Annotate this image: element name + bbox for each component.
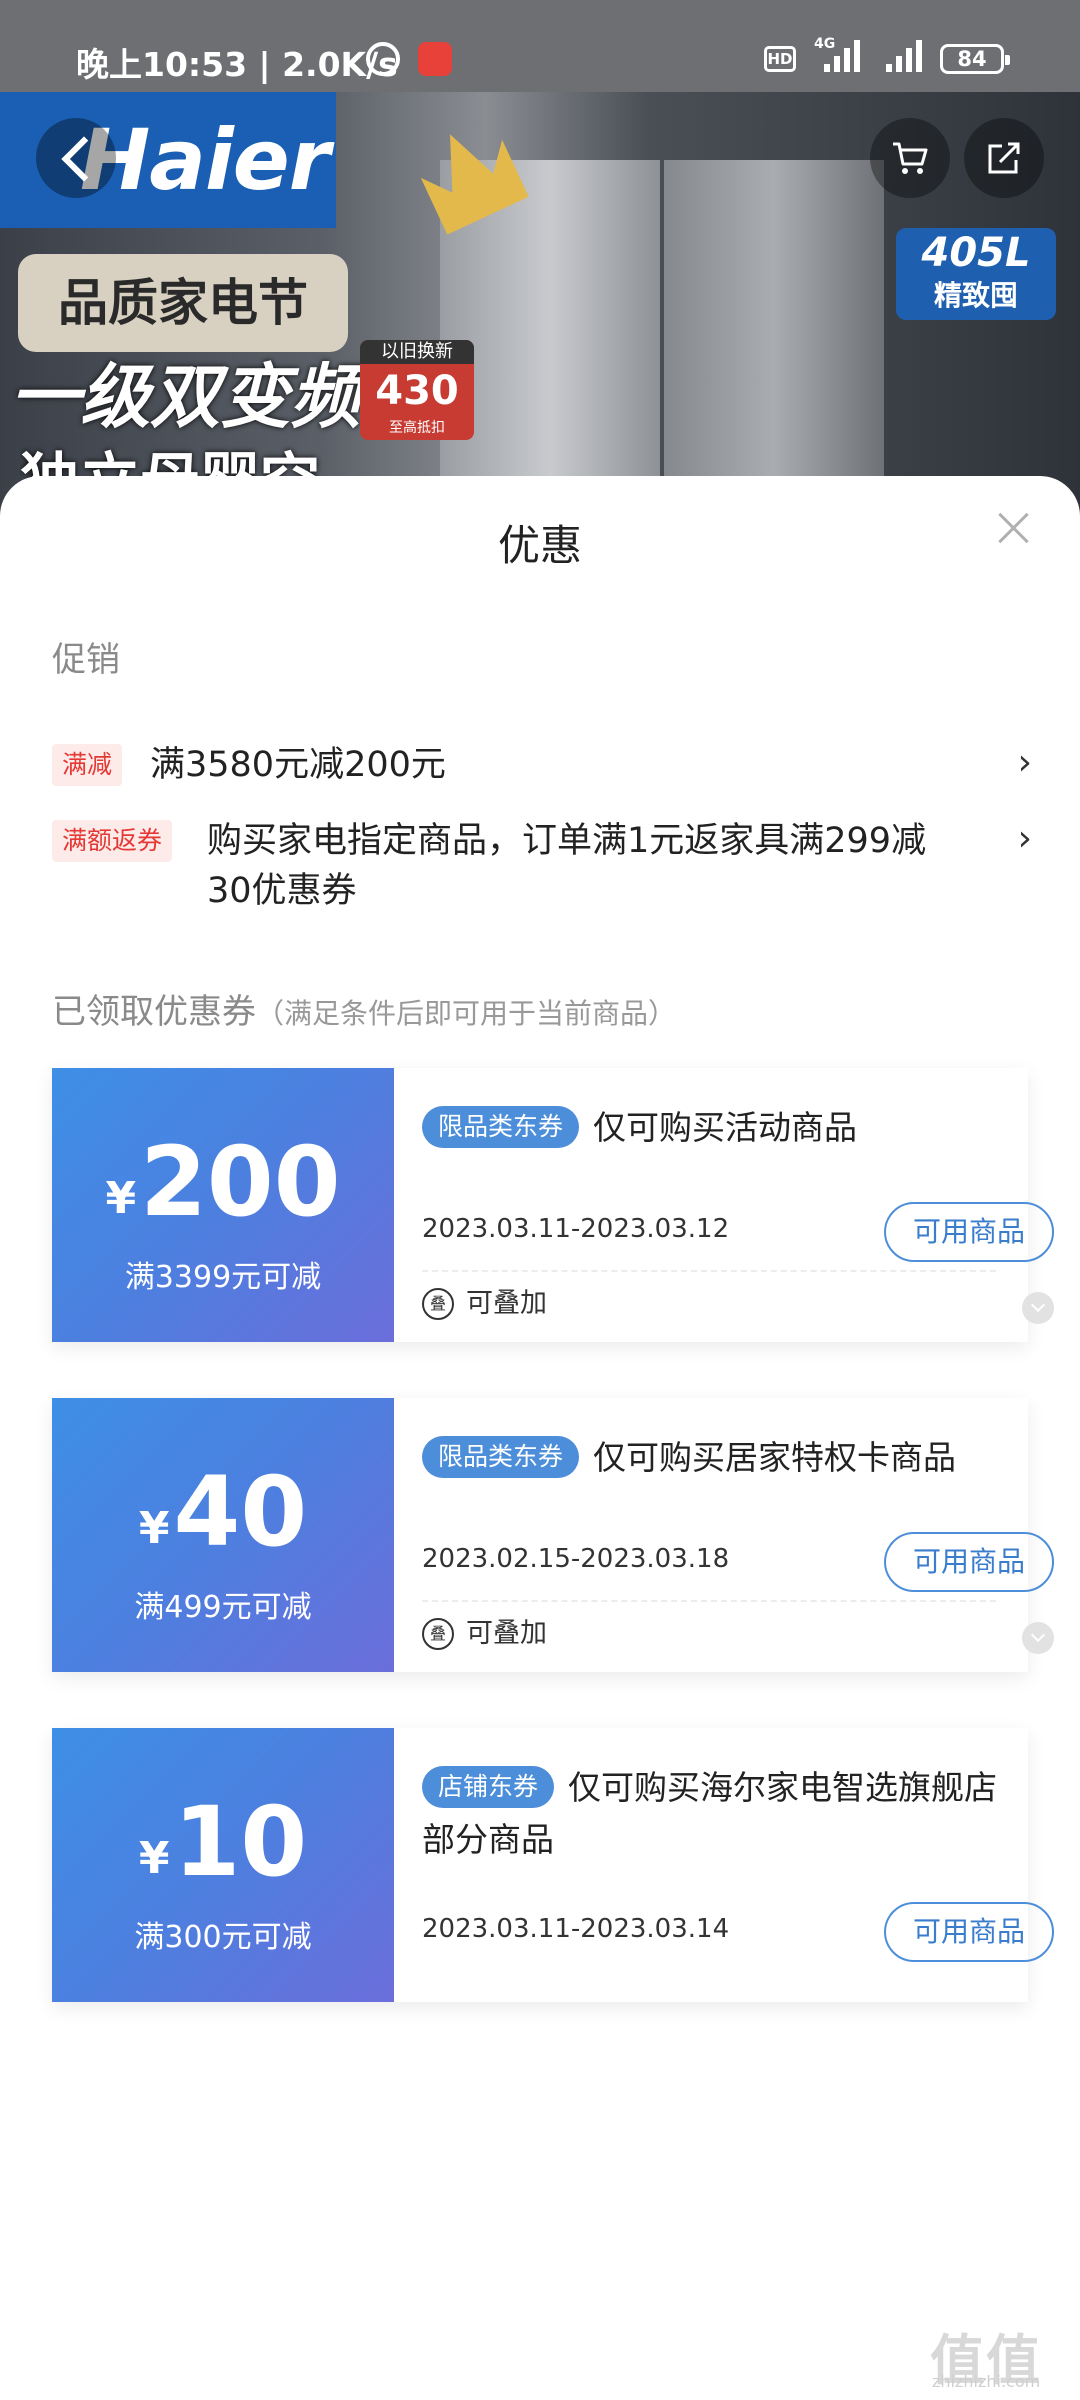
currency-symbol: ¥ xyxy=(138,1503,170,1554)
trade-in-top: 以旧换新 xyxy=(360,340,474,364)
promo-tag: 满额返券 xyxy=(52,820,173,862)
stackable-label: 可叠加 xyxy=(466,1618,547,1649)
stack-icon: 叠 xyxy=(422,1618,454,1650)
coupon-section-sub: （满足条件后即可用于当前商品） xyxy=(256,997,677,1030)
coupon-description: 店铺东券 仅可购买海尔家电智选旗舰店部分商品 xyxy=(422,1762,1012,1866)
coupon-amount: ¥200 xyxy=(52,1126,394,1238)
chevron-right-icon: › xyxy=(1017,742,1032,783)
cart-button[interactable] xyxy=(870,118,950,198)
promo-text: 购买家电指定商品，订单满1元返家具满299减30优惠券 xyxy=(207,821,927,911)
banner-headline: 一级双变频 xyxy=(10,356,360,438)
coupon-divider xyxy=(422,1600,996,1602)
sheet-title: 优惠 xyxy=(497,521,582,570)
available-products-button[interactable]: 可用商品 xyxy=(884,1902,1054,1962)
capacity-tag-sub: 精致囤 xyxy=(933,279,1018,312)
coupon-value: 40 xyxy=(173,1456,308,1568)
currency-symbol: ¥ xyxy=(105,1173,137,1224)
coupon-type-tag: 限品类东券 xyxy=(422,1436,580,1478)
available-products-button[interactable]: 可用商品 xyxy=(884,1532,1054,1592)
available-products-button[interactable]: 可用商品 xyxy=(884,1202,1054,1262)
currency-symbol: ¥ xyxy=(138,1833,170,1884)
signal-icon xyxy=(818,40,862,72)
app-icon xyxy=(418,42,452,76)
trade-in-badge: 以旧换新 430 至高抵扣 xyxy=(360,340,474,440)
trade-in-value: 430 xyxy=(375,368,459,414)
coupon-desc-text: 仅可购买居家特权卡商品 xyxy=(593,1438,957,1477)
festival-badge: 品质家电节 xyxy=(18,254,348,352)
coupon-desc-text: 仅可购买活动商品 xyxy=(593,1108,858,1147)
coupon-value: 200 xyxy=(140,1126,341,1238)
hd-icon: HD xyxy=(764,46,796,72)
coupon-card[interactable]: ¥200 满3399元可减 限品类东券 仅可购买活动商品 2023.03.11-2… xyxy=(52,1068,1054,1342)
promo-text: 满3580元减200元 xyxy=(150,745,446,785)
watermark-url: zhizhizhi.com xyxy=(932,2372,1041,2391)
capacity-tag: 405L 精致囤 xyxy=(896,228,1056,320)
status-bar: 晚上10:53 | 2.0K/s HD 4G 84 xyxy=(0,0,1080,92)
share-button[interactable] xyxy=(964,118,1044,198)
coupon-condition: 满3399元可减 xyxy=(124,1260,322,1295)
coupon-validity: 2023.03.11-2023.03.12 xyxy=(422,1214,730,1244)
coupon-divider xyxy=(422,1270,996,1272)
coupon-validity: 2023.02.15-2023.03.18 xyxy=(422,1544,730,1574)
status-time: 晚上10:53 | 2.0K/s xyxy=(76,45,398,84)
promo-section-title: 促销 xyxy=(52,640,120,680)
coupon-value: 10 xyxy=(173,1786,308,1898)
coupon-condition: 满499元可减 xyxy=(134,1590,312,1625)
coupon-type-tag: 店铺东券 xyxy=(422,1766,555,1808)
coupon-section-title: 已领取优惠券（满足条件后即可用于当前商品） xyxy=(52,984,676,1033)
expand-icon[interactable] xyxy=(1022,1622,1054,1654)
fridge-image-right xyxy=(664,160,884,520)
close-icon[interactable] xyxy=(994,508,1034,548)
promo-row[interactable]: 满额返券 购买家电指定商品，订单满1元返家具满299减30优惠券 › xyxy=(52,816,1032,916)
coupon-detail: 店铺东券 仅可购买海尔家电智选旗舰店部分商品 2023.03.11-2023.03… xyxy=(394,1728,1054,2002)
battery-icon: 84 xyxy=(940,44,1010,74)
capacity-tag-main: 405L xyxy=(921,230,1031,276)
chevron-right-icon: › xyxy=(1017,818,1032,859)
coupon-description: 限品类东券 仅可购买居家特权卡商品 xyxy=(422,1432,1012,1484)
promo-tag: 满减 xyxy=(52,744,123,786)
coupon-amount-panel: ¥200 满3399元可减 xyxy=(52,1068,394,1342)
coupon-card[interactable]: ¥40 满499元可减 限品类东券 仅可购买居家特权卡商品 2023.02.15-… xyxy=(52,1398,1054,1672)
alarm-icon xyxy=(366,42,400,76)
coupon-detail: 限品类东券 仅可购买活动商品 2023.03.11-2023.03.12 可用商品… xyxy=(394,1068,1054,1342)
coupon-detail: 限品类东券 仅可购买居家特权卡商品 2023.02.15-2023.03.18 可… xyxy=(394,1398,1054,1672)
coupon-description: 限品类东券 仅可购买活动商品 xyxy=(422,1102,1012,1154)
trade-in-bottom: 至高抵扣 xyxy=(389,420,445,436)
stackable-label: 可叠加 xyxy=(466,1288,547,1319)
signal-icon xyxy=(880,40,924,72)
coupon-amount: ¥40 xyxy=(52,1456,394,1568)
cart-icon xyxy=(893,142,928,174)
coupon-amount-panel: ¥40 满499元可减 xyxy=(52,1398,394,1672)
stack-icon: 叠 xyxy=(422,1288,454,1320)
expand-icon[interactable] xyxy=(1022,1292,1054,1324)
coupon-card[interactable]: ¥10 满300元可减 店铺东券 仅可购买海尔家电智选旗舰店部分商品 2023.0… xyxy=(52,1728,1054,2002)
coupon-amount-panel: ¥10 满300元可减 xyxy=(52,1728,394,2002)
promo-row[interactable]: 满减 满3580元减200元 › xyxy=(52,740,1032,790)
share-icon xyxy=(988,142,1020,174)
back-button[interactable] xyxy=(36,118,116,198)
coupon-validity: 2023.03.11-2023.03.14 xyxy=(422,1914,730,1944)
coupon-amount: ¥10 xyxy=(52,1786,394,1898)
coupon-type-tag: 限品类东券 xyxy=(422,1106,580,1148)
coupon-section-label: 已领取优惠券 xyxy=(52,992,256,1032)
coupon-condition: 满300元可减 xyxy=(134,1920,312,1955)
discount-sheet: 优惠 促销 满减 满3580元减200元 › 满额返券 购买家电指定商品，订单满… xyxy=(0,476,1080,2400)
